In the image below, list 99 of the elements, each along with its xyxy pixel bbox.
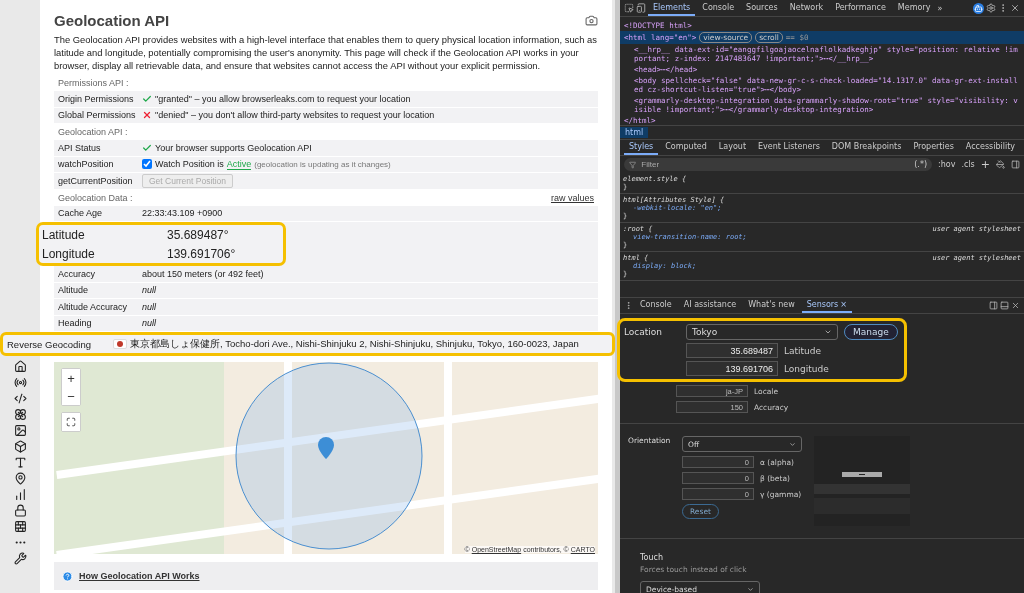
row-value: null	[142, 301, 156, 312]
row-label: getCurrentPosition	[57, 175, 134, 186]
fullscreen-icon	[66, 416, 76, 427]
raw-values-link[interactable]: raw values	[550, 192, 594, 203]
chevron-down-icon	[789, 440, 796, 448]
row-value: null	[142, 318, 156, 329]
flag-icon	[113, 339, 127, 349]
brick-wall-icon[interactable]	[13, 520, 27, 533]
chevron-down-icon	[747, 585, 754, 593]
devtools-tab[interactable]: Sources	[741, 0, 783, 16]
inspect-icon[interactable]	[624, 3, 634, 13]
section-heading: Permissions API :	[58, 78, 129, 88]
row-value: 139.691706°	[167, 246, 236, 261]
styles-tab[interactable]: Styles	[624, 140, 659, 155]
field-label: Location	[624, 327, 664, 337]
lock-icon[interactable]	[13, 504, 27, 517]
location-select[interactable]: Tokyo	[686, 324, 838, 340]
home-icon[interactable]	[13, 360, 27, 373]
image-icon[interactable]	[13, 424, 27, 437]
field-label: Latitude	[784, 345, 822, 356]
close-icon[interactable]	[1011, 301, 1020, 310]
row-label: Accuracy	[57, 268, 96, 279]
classes-button[interactable]: .cls	[961, 160, 975, 169]
camera-icon[interactable]	[585, 14, 598, 27]
row-value: Your browser supports Geolocation API	[155, 142, 312, 153]
row-label: Reverse Geocoding	[7, 338, 92, 350]
styles-tab[interactable]: Properties	[908, 140, 959, 155]
dock-bottom-icon[interactable]	[1000, 301, 1009, 310]
row-value: "denied" – you don't allow third-party websites to request your location	[155, 110, 435, 121]
filter-icon	[629, 160, 637, 169]
help-link[interactable]: How Geolocation API Works	[79, 571, 200, 581]
section-heading: Geolocation Data :	[58, 192, 133, 203]
hover-state-button[interactable]: :hov	[938, 160, 956, 169]
drawer-tab[interactable]: Console	[635, 298, 677, 313]
row-label: Cache Age	[57, 208, 104, 219]
radio-waves-icon[interactable]	[13, 376, 27, 389]
more-tabs-button[interactable]: »	[937, 3, 943, 13]
row-label: Altitude	[57, 285, 90, 296]
note-text: (geolocation is updating as it changes)	[254, 159, 391, 169]
sidebar-icon[interactable]	[1011, 160, 1020, 169]
field-label: Longitude	[784, 363, 829, 374]
regex-button[interactable]: (.*)	[914, 160, 928, 169]
styles-tab[interactable]: DOM Breakpoints	[826, 140, 907, 155]
drawer-tab[interactable]: Sensors ×	[801, 298, 852, 313]
menu-icon[interactable]	[624, 301, 633, 310]
cube-icon[interactable]	[13, 440, 27, 453]
coordinate-field[interactable]: 35.689487	[686, 343, 778, 358]
breadcrumb-item[interactable]: html	[620, 127, 649, 138]
row-label: API Status	[57, 142, 102, 153]
devtools-tab[interactable]: Performance	[830, 0, 891, 16]
devtools-tab[interactable]: Network	[784, 0, 829, 16]
styles-tab[interactable]: Event Listeners	[753, 140, 825, 155]
row-label: watchPosition	[57, 159, 115, 170]
row-label: Longitude	[41, 246, 96, 261]
devtools-tab[interactable]: Memory	[892, 0, 936, 16]
styles-tab[interactable]: Accessibility	[960, 140, 1021, 155]
devtools-tab[interactable]: Console	[697, 0, 740, 16]
row-label: Altitude Accuracy	[57, 301, 129, 312]
section-heading: Geolocation API :	[58, 127, 128, 137]
row-label: Origin Permissions	[57, 93, 135, 104]
manage-button[interactable]: Manage	[844, 324, 898, 340]
chevron-down-icon	[824, 328, 832, 336]
text-icon[interactable]	[13, 456, 27, 469]
status-text: Active	[226, 158, 252, 170]
close-icon[interactable]	[1010, 3, 1020, 13]
page-title: Geolocation API	[54, 12, 170, 29]
row-value: null	[142, 285, 156, 296]
paint-icon[interactable]	[996, 160, 1005, 169]
styles-tab[interactable]: Computed	[660, 140, 712, 155]
fullscreen-button[interactable]	[62, 413, 80, 431]
drawer-tab[interactable]: AI assistance	[678, 298, 742, 313]
section-title: Touch	[640, 553, 664, 562]
row-label: Global Permissions	[57, 110, 137, 121]
bar-chart-icon[interactable]	[13, 488, 27, 501]
code-icon[interactable]	[13, 392, 27, 405]
settings-icon[interactable]	[986, 3, 996, 13]
row-value: Watch Position is	[155, 159, 224, 170]
description-text: The Geolocation API provides websites with a high-level interface that enables them to query physical location information, such as latitude and longitude, potentially compromising the user's anonymity. This page will check if the Geolocation API works in your browser, display all retrievable data, and ensure that websites cannot access the API without your explicit permission.	[54, 33, 598, 72]
coordinate-field[interactable]: 139.691706	[686, 361, 778, 376]
drawer-tab[interactable]: What's new	[743, 298, 800, 313]
row-value: 35.689487°	[167, 227, 229, 242]
devtools-tab[interactable]: Elements	[648, 0, 696, 16]
styles-tab[interactable]: Layout	[713, 140, 752, 155]
row-value: about 150 meters (or 492 feet)	[142, 268, 264, 279]
assistant-icon[interactable]	[973, 2, 984, 14]
filter-field[interactable]: Filter (.*)	[624, 158, 933, 171]
flower-icon[interactable]	[13, 408, 27, 421]
row-value: "granted" – you allow browserleaks.com to request your location	[155, 93, 411, 104]
watch-checkbox[interactable]	[142, 159, 152, 170]
map-pin-icon[interactable]	[13, 472, 27, 485]
dock-right-icon[interactable]	[989, 301, 998, 310]
tools-icon[interactable]	[13, 552, 27, 565]
device-toolbar-icon[interactable]	[636, 3, 646, 13]
help-icon	[62, 570, 73, 582]
row-value: 22:33:43.109 +0900	[142, 208, 223, 219]
address-text: 東京都島しょ保健所, Tocho-dori Ave., Nishi-Shinjuku 2, Nishi-Shinjuku, Shinjuku, Tokyo, 160-0023, Japan	[130, 337, 579, 351]
row-label: Latitude	[41, 227, 86, 242]
row-label: Heading	[57, 318, 93, 329]
add-rule-button[interactable]: +	[980, 158, 990, 171]
